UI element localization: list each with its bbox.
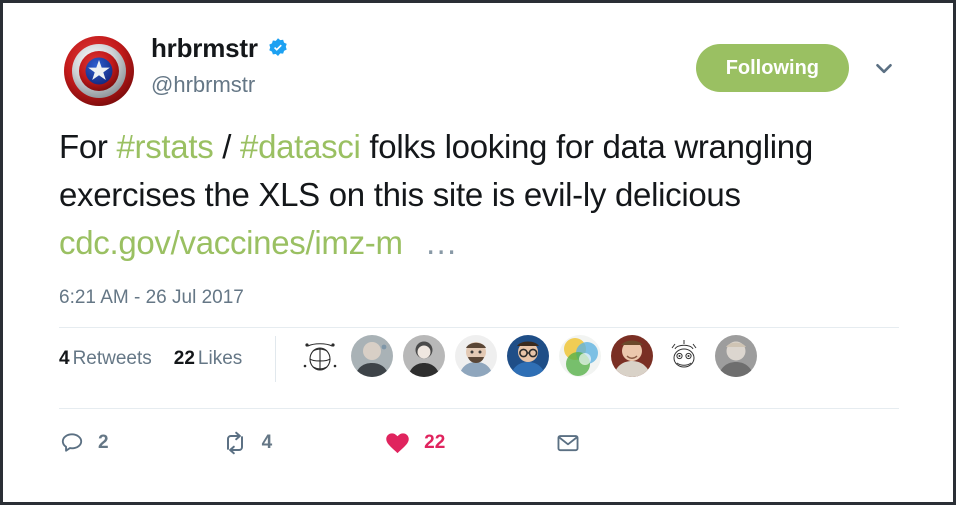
retweet-count: 4 <box>261 432 273 453</box>
like-action[interactable]: 22 <box>384 430 445 457</box>
divider-bottom <box>59 408 899 409</box>
reply-icon <box>61 433 83 452</box>
liker-avatar-man-smiling[interactable] <box>611 335 653 377</box>
text-segment-2: / <box>213 128 241 165</box>
liker-avatars <box>299 335 767 377</box>
display-name-row: hrbrmstr <box>151 29 289 67</box>
screenshot-frame: hrbrmstr @hrbrmstr Following For #rstats… <box>0 0 956 505</box>
liker-avatar-sketch-balloon[interactable] <box>299 335 341 377</box>
tweet-header: hrbrmstr @hrbrmstr Following <box>59 29 897 107</box>
tweet-link[interactable]: cdc.gov/vaccines/imz-m <box>59 224 403 261</box>
follow-controls: Following <box>695 44 897 92</box>
likes-label: Likes <box>197 348 243 369</box>
like-count: 22 <box>424 432 446 453</box>
hashtag-datasci[interactable]: #datasci <box>240 128 361 165</box>
liker-avatar-man-bald[interactable] <box>351 335 393 377</box>
text-segment-1: For <box>59 128 117 165</box>
truncation-ellipsis: … <box>424 224 458 261</box>
timestamp[interactable]: 6:21 AM - 26 Jul 2017 <box>59 287 897 309</box>
retweets-count: 4 <box>59 348 70 369</box>
following-button[interactable]: Following <box>695 44 849 92</box>
liker-avatar-man-glasses[interactable] <box>507 335 549 377</box>
retweet-icon <box>226 431 243 455</box>
handle[interactable]: @hrbrmstr <box>151 71 289 99</box>
retweets-label: Retweets <box>72 348 152 369</box>
liker-avatar-man-young[interactable] <box>715 335 757 377</box>
stats-separator <box>275 336 276 382</box>
reply-count: 2 <box>98 432 109 453</box>
hashtag-rstats[interactable]: #rstats <box>116 128 213 165</box>
retweets-stat[interactable]: 4 Retweets <box>59 348 152 370</box>
tweet-text: For #rstats / #datasci folks looking for… <box>59 123 889 267</box>
avatar[interactable] <box>63 35 135 107</box>
envelope-icon <box>557 435 579 452</box>
liker-avatar-man-beard[interactable] <box>455 335 497 377</box>
tweet-card: hrbrmstr @hrbrmstr Following For #rstats… <box>3 3 953 502</box>
reply-action[interactable]: 2 <box>59 430 109 456</box>
chevron-down-icon[interactable] <box>871 55 897 81</box>
likes-count: 22 <box>173 348 195 369</box>
stats-row: 4 Retweets 22 Likes <box>59 328 897 390</box>
likes-stat[interactable]: 22 Likes <box>174 348 243 370</box>
retweet-action[interactable]: 4 <box>221 429 273 457</box>
message-action[interactable] <box>555 430 581 456</box>
heart-filled-icon <box>386 432 409 453</box>
liker-avatar-person-bw[interactable] <box>403 335 445 377</box>
action-bar: 2 4 22 <box>59 411 897 475</box>
author-names: hrbrmstr @hrbrmstr <box>151 29 289 99</box>
verified-icon <box>269 38 287 56</box>
liker-avatar-sketch-face[interactable] <box>663 335 705 377</box>
display-name[interactable]: hrbrmstr <box>151 33 258 64</box>
liker-avatar-colorful-abstract[interactable] <box>559 335 601 377</box>
